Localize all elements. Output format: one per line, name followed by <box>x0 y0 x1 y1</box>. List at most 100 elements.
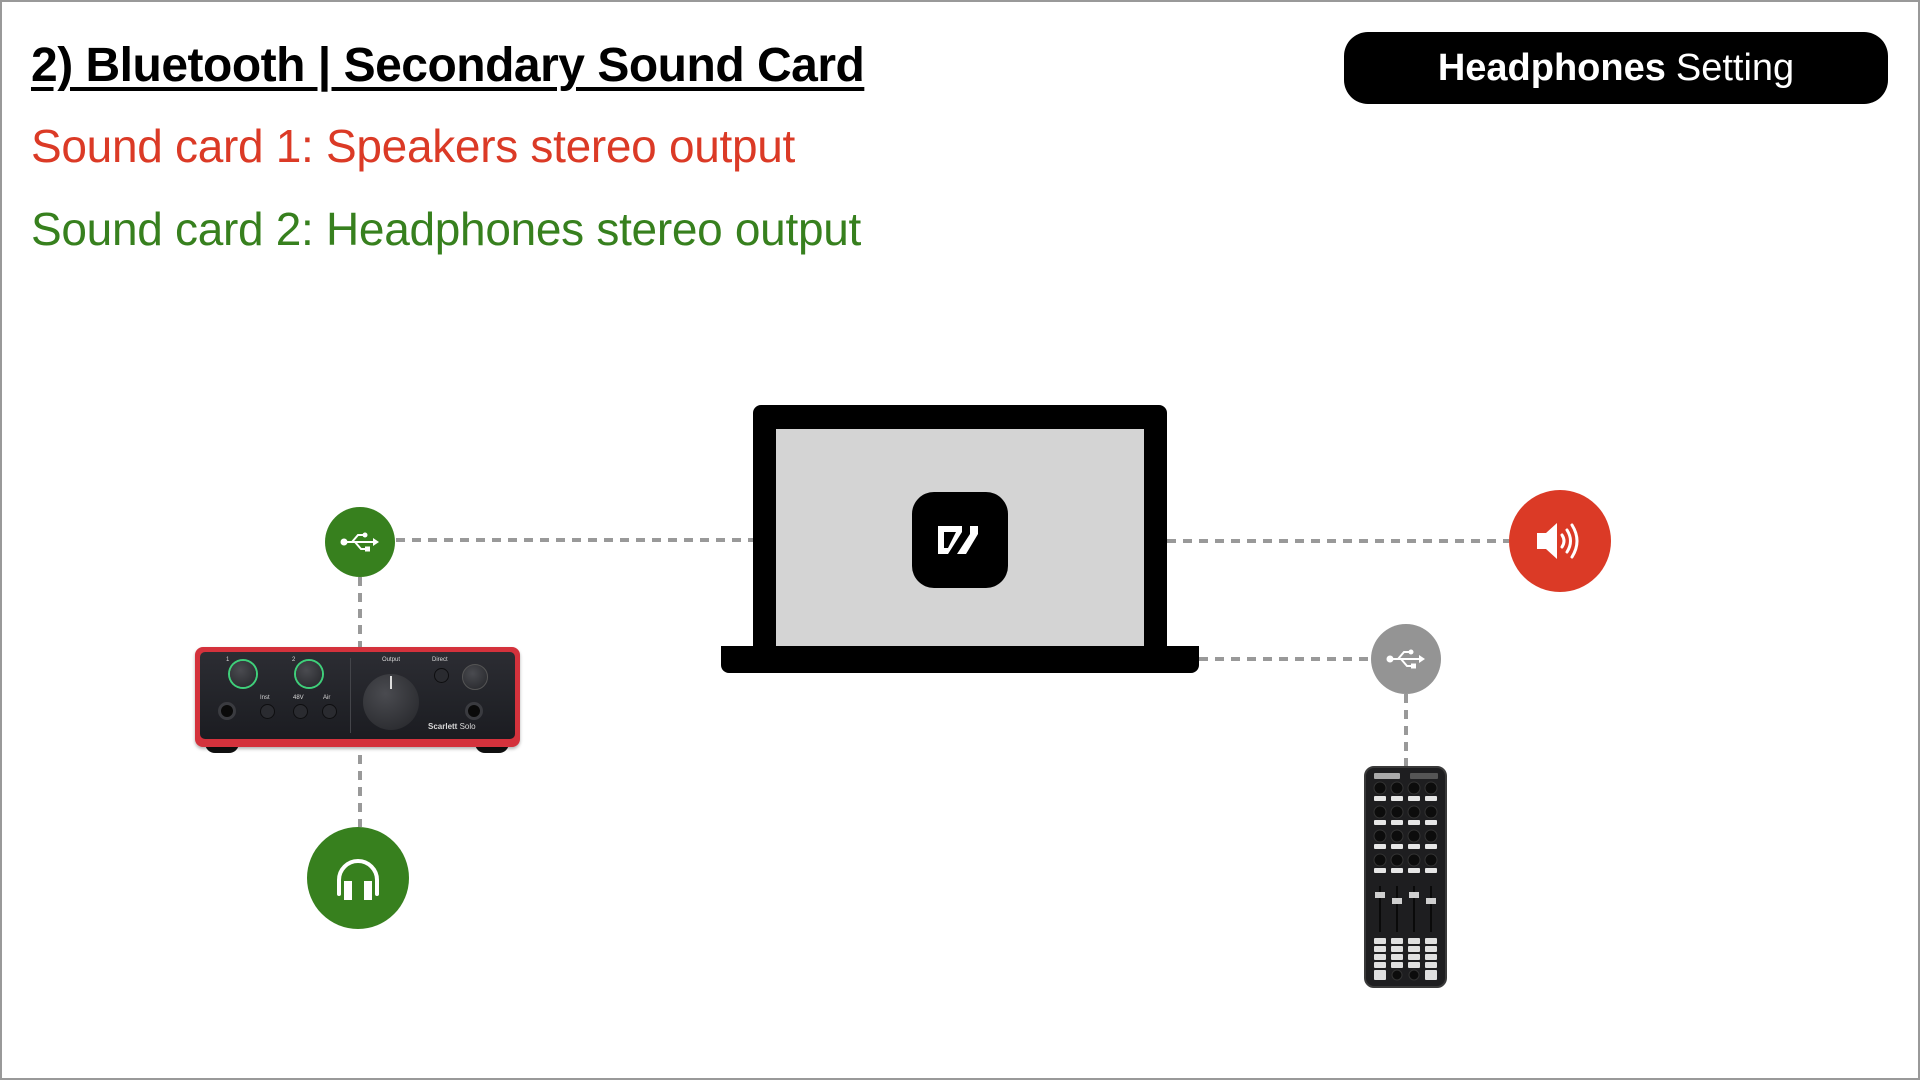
gain-knob-2 <box>296 661 322 687</box>
controller-pad <box>1408 796 1420 801</box>
inst-label: Inst <box>260 695 270 701</box>
audio-interface-scarlett-solo: 1 2 Inst 48V Air Output Direct Scarlett … <box>195 647 520 747</box>
dj-logo-icon <box>938 526 978 554</box>
headphones-icon <box>337 859 379 900</box>
controller-knob <box>1390 781 1404 795</box>
inst-button <box>260 704 275 719</box>
fader-track <box>1396 886 1398 932</box>
controller-button <box>1374 938 1386 944</box>
connector-usb-to-controller <box>1404 694 1408 766</box>
connector-usb-to-interface <box>358 577 362 647</box>
instrument-jack <box>218 702 236 720</box>
controller-pad <box>1425 844 1437 849</box>
controller-knob <box>1407 829 1421 843</box>
fader-cap <box>1409 892 1419 898</box>
controller-knob <box>1373 853 1387 867</box>
controller-pad <box>1425 820 1437 825</box>
headphone-jack <box>465 702 483 720</box>
controller-logo <box>1374 773 1400 779</box>
dj-app-icon <box>912 492 1008 588</box>
usb-hub-primary <box>325 507 395 577</box>
air-button <box>322 704 337 719</box>
controller-button <box>1391 946 1403 952</box>
input-1-label: 1 <box>226 657 230 663</box>
controller-pad <box>1425 868 1437 873</box>
controller-knob <box>1407 853 1421 867</box>
controller-pad <box>1408 868 1420 873</box>
controller-button <box>1374 962 1386 968</box>
controller-knob <box>1424 829 1438 843</box>
panel-divider <box>350 658 351 733</box>
sound-card-2-label: Sound card 2: Headphones stereo output <box>31 203 861 255</box>
controller-button <box>1425 946 1437 952</box>
controller-pad <box>1391 820 1403 825</box>
connector-interface-to-headphones <box>358 755 362 827</box>
badge-regular-text: Setting <box>1675 46 1795 89</box>
fader-track <box>1430 886 1432 932</box>
controller-knob <box>1424 853 1438 867</box>
speaker-volume-icon <box>1537 523 1579 559</box>
controller-pad <box>1425 796 1437 801</box>
controller-knob <box>1424 805 1438 819</box>
connector-usb-to-laptop <box>396 538 753 542</box>
controller-knob <box>1407 805 1421 819</box>
usb-hub-secondary <box>1371 624 1441 694</box>
controller-button <box>1374 946 1386 952</box>
controller-button <box>1408 946 1420 952</box>
sound-card-1-label: Sound card 1: Speakers stereo output <box>31 120 796 172</box>
controller-button <box>1391 954 1403 960</box>
controller-knob <box>1390 853 1404 867</box>
headphones-output <box>307 827 409 929</box>
controller-button <box>1425 938 1437 944</box>
controller-knob <box>1407 781 1421 795</box>
headphones-setting-badge: Headphones Setting <box>1344 32 1888 104</box>
controller-knob <box>1373 829 1387 843</box>
controller-knob <box>1373 805 1387 819</box>
usb-icon <box>1386 649 1425 669</box>
encoder-knob <box>1391 969 1403 981</box>
air-label: Air <box>323 695 331 701</box>
layer-button <box>1374 970 1386 980</box>
controller-knob <box>1424 781 1438 795</box>
controller-button <box>1408 954 1420 960</box>
controller-button <box>1391 962 1403 968</box>
controller-pad <box>1408 820 1420 825</box>
direct-monitor-button <box>434 668 449 683</box>
interface-brand: Scarlett Solo <box>428 722 476 731</box>
controller-pad <box>1374 868 1386 873</box>
controller-button <box>1391 938 1403 944</box>
controller-pad <box>1391 868 1403 873</box>
controller-button <box>1425 962 1437 968</box>
interface-brand-bold: Scarlett <box>428 722 458 731</box>
gain-knob-1 <box>230 661 256 687</box>
slide-title: 2) Bluetooth | Secondary Sound Card <box>31 39 865 92</box>
controller-button <box>1425 954 1437 960</box>
controller-knob <box>1373 781 1387 795</box>
connector-laptop-to-controller-usb <box>1199 657 1371 661</box>
controller-knob <box>1390 805 1404 819</box>
phantom-power-button <box>293 704 308 719</box>
fader-cap <box>1392 898 1402 904</box>
connector-laptop-to-speaker <box>1167 539 1509 543</box>
headphone-volume-knob <box>462 664 488 690</box>
controller-button <box>1408 962 1420 968</box>
controller-pad <box>1408 844 1420 849</box>
output-label: Output <box>382 657 401 663</box>
input-2-label: 2 <box>292 657 296 663</box>
exit-button <box>1425 970 1437 980</box>
controller-button <box>1374 954 1386 960</box>
direct-label: Direct <box>432 657 448 663</box>
output-knob-indicator <box>390 676 392 689</box>
controller-pad <box>1374 844 1386 849</box>
phantom-label: 48V <box>293 695 304 701</box>
encoder-knob <box>1408 969 1420 981</box>
interface-model: Solo <box>459 722 476 731</box>
controller-pad <box>1374 796 1386 801</box>
speakers-output <box>1509 490 1611 592</box>
controller-knob <box>1390 829 1404 843</box>
dj-controller <box>1364 766 1447 988</box>
controller-pad <box>1374 820 1386 825</box>
usb-icon <box>340 532 379 552</box>
badge-bold-text: Headphones <box>1437 46 1666 89</box>
fader-cap <box>1426 898 1436 904</box>
